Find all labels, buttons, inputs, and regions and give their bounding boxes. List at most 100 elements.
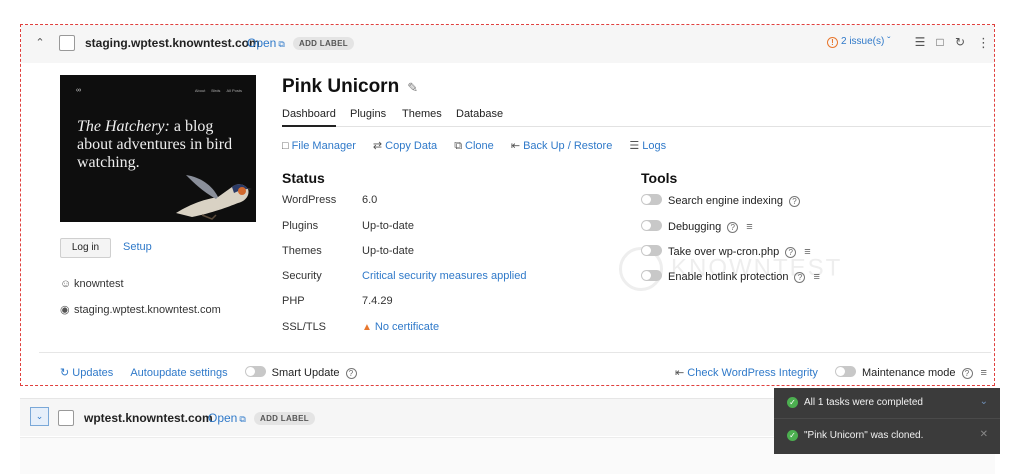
site-select-checkbox[interactable] — [58, 410, 74, 426]
updates-link[interactable]: ↻ Updates — [60, 366, 113, 379]
status-value: 7.4.29 — [362, 295, 393, 307]
smart-update-label: Smart Update — [271, 367, 340, 379]
log-in-button[interactable]: Log in — [60, 238, 111, 258]
settings-sliders-icon[interactable]: ≡ — [804, 246, 810, 258]
refresh-icon[interactable]: ↻ — [953, 35, 967, 49]
check-integrity-link[interactable]: ⇤ Check WordPress Integrity — [675, 367, 818, 379]
issues-dropdown[interactable]: ! 2 issue(s) ˇ — [827, 36, 890, 48]
close-icon[interactable]: ✕ — [980, 429, 988, 440]
chevron-down-icon[interactable]: ⌄ — [30, 407, 49, 426]
status-value: 6.0 — [362, 194, 378, 206]
more-options-icon[interactable]: ⋮ — [977, 35, 990, 51]
status-label: PHP — [282, 295, 305, 307]
autoupdate-settings-link[interactable]: Autoupdate settings — [130, 367, 227, 379]
settings-sliders-icon[interactable]: ≡ — [746, 221, 752, 233]
external-link-icon: ⧉ — [278, 39, 285, 49]
open-link-label: Open — [208, 411, 238, 425]
status-label: Themes — [282, 245, 322, 257]
toast-message: "Pink Unicorn" was cloned. — [804, 430, 924, 441]
tool-label: Debugging — [668, 221, 722, 233]
maintenance-mode-control: Maintenance mode? ≡ — [834, 366, 987, 379]
logs-link[interactable]: ☰ Logs — [629, 139, 666, 152]
help-icon[interactable]: ? — [794, 272, 806, 283]
open-site-link[interactable]: Open ⧉ — [247, 36, 285, 50]
user-icon: ☺ — [60, 278, 72, 290]
clone-label: Clone — [465, 140, 494, 152]
thumbnail-nav-item: All Posts — [226, 88, 242, 93]
ssl-status-link[interactable]: ▲ No certificate — [362, 321, 439, 333]
list-icon[interactable]: ☰ — [913, 35, 927, 49]
tab-plugins[interactable]: Plugins — [350, 108, 386, 127]
tool-label: Take over wp-cron.php — [668, 246, 780, 258]
smart-update-control: Smart Update? — [244, 366, 357, 379]
site-title-text: Pink Unicorn — [282, 76, 400, 97]
external-link-icon: ⧉ — [239, 414, 246, 424]
search-indexing-toggle[interactable] — [641, 194, 662, 205]
back-up-restore-link[interactable]: ⇤ Back Up / Restore — [511, 139, 612, 152]
chevron-down-icon: ˇ — [887, 36, 891, 47]
maintenance-mode-toggle[interactable] — [834, 366, 856, 377]
help-icon[interactable]: ? — [727, 222, 739, 233]
header-icons: ☰ □ ↻ — [907, 35, 967, 49]
tool-debugging: Debugging? ≡ — [641, 220, 753, 233]
folder-icon[interactable]: □ — [933, 35, 947, 49]
back-up-restore-label: Back Up / Restore — [523, 140, 613, 152]
status-label: Plugins — [282, 220, 319, 232]
thumbnail-nav: About Birds All Posts — [189, 88, 242, 93]
backup-icon: ⇤ — [510, 140, 521, 152]
site-card-staging: ⌃ staging.wptest.knowntest.com Open ⧉ ADD… — [20, 24, 995, 386]
clone-link[interactable]: ⧉ Clone — [454, 140, 494, 153]
smart-update-toggle[interactable] — [244, 366, 266, 377]
warning-circle-icon: ! — [827, 37, 838, 48]
bird-illustration — [176, 175, 252, 220]
copy-data-link[interactable]: ⇄ Copy Data — [373, 139, 437, 152]
site-select-checkbox[interactable] — [59, 35, 75, 51]
site-actions: □ File Manager ⇄ Copy Data ⧉ Clone ⇤ Back Up… — [282, 139, 680, 153]
setup-link[interactable]: Setup — [123, 241, 152, 253]
globe-icon: ◉ — [60, 304, 70, 316]
settings-sliders-icon[interactable]: ≡ — [981, 367, 987, 379]
thumbnail-nav-item: About — [194, 88, 206, 93]
security-status-link[interactable]: Critical security measures applied — [362, 270, 526, 282]
tab-dashboard[interactable]: Dashboard — [282, 108, 336, 127]
thumbnail-nav-item: Birds — [211, 88, 221, 93]
help-icon[interactable]: ? — [961, 368, 973, 379]
chevron-down-icon[interactable]: ⌄ — [980, 396, 988, 407]
edit-pencil-icon[interactable]: ✎ — [407, 80, 418, 95]
help-icon[interactable]: ? — [788, 196, 800, 207]
logs-label: Logs — [642, 140, 667, 152]
issues-label: 2 issue(s) — [841, 36, 885, 47]
toast-message: All 1 tasks were completed — [804, 397, 923, 408]
toast-tasks-completed: ✓ All 1 tasks were completed ⌄ — [774, 388, 1000, 418]
clone-icon: ⧉ — [454, 140, 463, 152]
tab-database[interactable]: Database — [456, 108, 503, 127]
status-label: SSL/TLS — [282, 321, 327, 333]
add-label-button[interactable]: ADD LABEL — [293, 37, 354, 50]
toast-cloned: ✓ "Pink Unicorn" was cloned. ✕ — [774, 418, 1000, 454]
tool-label: Enable hotlink protection — [668, 271, 789, 283]
hotlink-protection-toggle[interactable] — [641, 270, 662, 281]
tab-themes[interactable]: Themes — [402, 108, 442, 127]
folder-icon: □ — [282, 140, 289, 152]
site-tabs: Dashboard Plugins Themes Database — [282, 108, 991, 127]
chevron-up-icon[interactable]: ⌃ — [33, 36, 47, 50]
debugging-toggle[interactable] — [641, 220, 662, 231]
page: ⌃ staging.wptest.knowntest.com Open ⧉ ADD… — [0, 0, 1024, 474]
file-manager-link[interactable]: □ File Manager — [282, 140, 356, 152]
site-thumbnail[interactable]: ∞ About Birds All Posts The Hatchery: a bl… — [60, 75, 256, 222]
wp-cron-toggle[interactable] — [641, 245, 662, 256]
settings-sliders-icon[interactable]: ≡ — [813, 271, 819, 283]
help-icon[interactable]: ? — [785, 247, 797, 258]
check-integrity-label: Check WordPress Integrity — [687, 367, 818, 379]
site-url: staging.wptest.knowntest.com — [74, 304, 221, 316]
tool-wp-cron: Take over wp-cron.php? ≡ — [641, 245, 811, 258]
username-row: ☺ knowntest — [60, 278, 124, 290]
open-site-link[interactable]: Open ⧉ — [208, 411, 246, 425]
status-value: Up-to-date — [362, 245, 414, 257]
thumbnail-logo: ∞ — [76, 87, 81, 94]
card-footer-left: ↻ Updates Autoupdate settings Smart Upda… — [60, 366, 371, 379]
add-label-button[interactable]: ADD LABEL — [254, 412, 315, 425]
check-circle-icon: ✓ — [787, 430, 798, 441]
help-icon[interactable]: ? — [345, 368, 357, 379]
status-value: Up-to-date — [362, 220, 414, 232]
